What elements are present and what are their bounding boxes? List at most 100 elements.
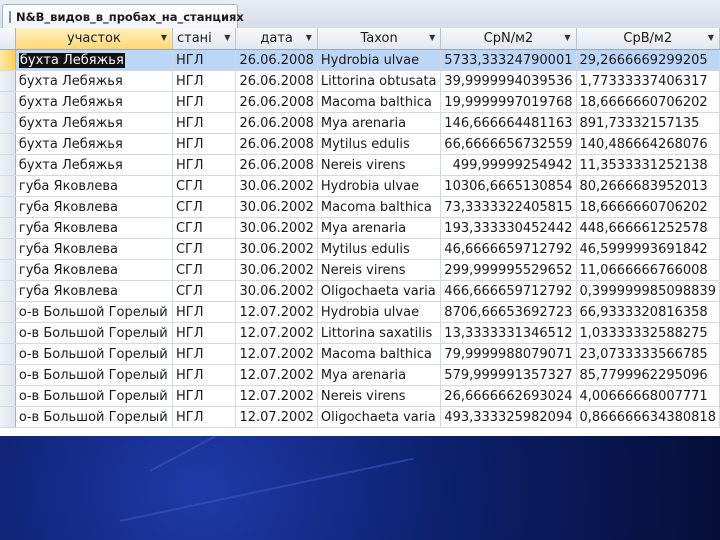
dropdown-arrow-icon[interactable]: ▼ [306, 33, 312, 42]
cell-cpb[interactable]: 29,2666669299205 [576, 49, 720, 71]
cell-taxon[interactable]: Mytilus edulis [317, 133, 442, 155]
dropdown-arrow-icon[interactable]: ▼ [429, 33, 435, 42]
column-header-taxon[interactable]: Taxon ▼ [317, 28, 442, 50]
record-selector[interactable] [0, 364, 16, 386]
cell-uchastok[interactable]: о-в Большой Горелый [15, 406, 173, 428]
cell-uchastok[interactable]: о-в Большой Горелый [15, 301, 173, 323]
cell-data[interactable]: 30.06.2002 [235, 196, 318, 218]
cell-stantsiya[interactable]: НГЛ [172, 301, 237, 323]
record-selector[interactable] [0, 70, 16, 92]
cell-data[interactable]: 12.07.2002 [235, 406, 318, 428]
cell-cpb[interactable]: 18,6666660706202 [576, 91, 720, 113]
cell-stantsiya[interactable]: СГЛ [172, 280, 237, 302]
cell-uchastok[interactable]: бухта Лебяжья [15, 91, 173, 113]
record-selector[interactable] [0, 385, 16, 407]
table-row[interactable]: губа Яковлева СГЛ 30.06.2002 Mytilus edulis… [0, 238, 720, 260]
cell-uchastok[interactable]: губа Яковлева [15, 259, 173, 281]
cell-cpb[interactable]: 18,6666660706202 [576, 196, 720, 218]
record-selector[interactable] [0, 280, 16, 302]
record-selector[interactable] [0, 154, 16, 176]
cell-stantsiya[interactable]: НГЛ [172, 70, 237, 92]
record-selector[interactable] [0, 217, 16, 239]
cell-uchastok[interactable]: губа Яковлева [15, 280, 173, 302]
cell-stantsiya[interactable]: СГЛ [172, 196, 237, 218]
table-row[interactable]: бухта Лебяжья НГЛ 26.06.2008 Hydrobia ulvae… [0, 49, 720, 71]
select-all-corner[interactable] [0, 28, 16, 50]
cell-data[interactable]: 30.06.2002 [235, 175, 318, 197]
table-row[interactable]: бухта Лебяжья НГЛ 26.06.2008 Mytilus edulis… [0, 133, 720, 155]
cell-stantsiya[interactable]: НГЛ [172, 385, 237, 407]
record-selector[interactable] [0, 112, 16, 134]
cell-uchastok[interactable]: бухта Лебяжья [15, 49, 173, 71]
table-row[interactable]: бухта Лебяжья НГЛ 26.06.2008 Macoma balthic… [0, 91, 720, 113]
cell-stantsiya[interactable]: СГЛ [172, 238, 237, 260]
cell-cpn[interactable]: 499,99999254942 [440, 154, 577, 176]
cell-cpn[interactable]: 5733,33324790001 [440, 49, 577, 71]
record-selector[interactable] [0, 91, 16, 113]
table-row[interactable]: губа Яковлева СГЛ 30.06.2002 Hydrobia ulvae… [0, 175, 720, 197]
cell-uchastok[interactable]: бухта Лебяжья [15, 133, 173, 155]
cell-taxon[interactable]: Oligochaeta varia [317, 280, 442, 302]
cell-data[interactable]: 12.07.2002 [235, 364, 318, 386]
column-header-data[interactable]: дата ▼ [235, 28, 318, 50]
cell-taxon[interactable]: Macoma balthica [317, 343, 442, 365]
dropdown-arrow-icon[interactable]: ▼ [161, 33, 167, 42]
cell-data[interactable]: 30.06.2002 [235, 259, 318, 281]
cell-taxon[interactable]: Nereis virens [317, 154, 442, 176]
cell-cpb[interactable]: 46,5999993691842 [576, 238, 720, 260]
table-row[interactable]: о-в Большой Горелый НГЛ 12.07.2002 Hydrobia… [0, 301, 720, 323]
column-header-cpn[interactable]: CpN/м2 ▼ [440, 28, 577, 50]
cell-data[interactable]: 30.06.2002 [235, 280, 318, 302]
cell-stantsiya[interactable]: СГЛ [172, 175, 237, 197]
cell-uchastok[interactable]: губа Яковлева [15, 175, 173, 197]
cell-taxon[interactable]: Littorina saxatilis [317, 322, 442, 344]
cell-cpb[interactable]: 4,00666668007771 [576, 385, 720, 407]
cell-cpn[interactable]: 73,3333322405815 [440, 196, 577, 218]
record-selector[interactable] [0, 343, 16, 365]
cell-data[interactable]: 26.06.2008 [235, 133, 318, 155]
column-header-cpb[interactable]: CpB/м2 ▼ [576, 28, 720, 50]
cell-cpb[interactable]: 1,77333337406317 [576, 70, 720, 92]
record-selector[interactable] [0, 301, 16, 323]
cell-taxon[interactable]: Mya arenaria [317, 217, 442, 239]
table-row[interactable]: губа Яковлева СГЛ 30.06.2002 Macoma balthic… [0, 196, 720, 218]
column-header-uchastok[interactable]: участок ▼ [15, 28, 173, 50]
cell-cpn[interactable]: 13,3333331346512 [440, 322, 577, 344]
record-selector[interactable] [0, 322, 16, 344]
cell-cpn[interactable]: 46,6666659712792 [440, 238, 577, 260]
cell-taxon[interactable]: Hydrobia ulvae [317, 301, 442, 323]
cell-stantsiya[interactable]: НГЛ [172, 133, 237, 155]
cell-stantsiya[interactable]: НГЛ [172, 343, 237, 365]
cell-stantsiya[interactable]: НГЛ [172, 364, 237, 386]
cell-cpb[interactable]: 0,399999985098839 [576, 280, 720, 302]
cell-taxon[interactable]: Nereis virens [317, 385, 442, 407]
cell-cpb[interactable]: 11,0666666766008 [576, 259, 720, 281]
cell-uchastok[interactable]: о-в Большой Горелый [15, 322, 173, 344]
cell-uchastok[interactable]: о-в Большой Горелый [15, 364, 173, 386]
cell-cpb[interactable]: 85,7799962295096 [576, 364, 720, 386]
cell-stantsiya[interactable]: НГЛ [172, 154, 237, 176]
cell-uchastok[interactable]: о-в Большой Горелый [15, 343, 173, 365]
cell-stantsiya[interactable]: СГЛ [172, 259, 237, 281]
cell-data[interactable]: 12.07.2002 [235, 343, 318, 365]
record-selector[interactable] [0, 406, 16, 428]
table-row[interactable]: о-в Большой Горелый НГЛ 12.07.2002 Littorin… [0, 322, 720, 344]
table-row[interactable]: о-в Большой Горелый НГЛ 12.07.2002 Oligocha… [0, 406, 720, 428]
table-row[interactable]: бухта Лебяжья НГЛ 26.06.2008 Littorina obtu… [0, 70, 720, 92]
cell-taxon[interactable]: Mytilus edulis [317, 238, 442, 260]
cell-cpb[interactable]: 448,666661252578 [576, 217, 720, 239]
cell-stantsiya[interactable]: СГЛ [172, 217, 237, 239]
cell-cpn[interactable]: 193,333330452442 [440, 217, 577, 239]
cell-data[interactable]: 12.07.2002 [235, 322, 318, 344]
record-selector[interactable] [0, 259, 16, 281]
cell-cpb[interactable]: 80,2666683952013 [576, 175, 720, 197]
cell-data[interactable]: 30.06.2002 [235, 238, 318, 260]
cell-data[interactable]: 26.06.2008 [235, 49, 318, 71]
record-selector[interactable] [0, 196, 16, 218]
cell-taxon[interactable]: Hydrobia ulvae [317, 175, 442, 197]
cell-taxon[interactable]: Hydrobia ulvae [317, 49, 442, 71]
cell-cpn[interactable]: 26,6666662693024 [440, 385, 577, 407]
cell-cpn[interactable]: 493,333325982094 [440, 406, 577, 428]
cell-data[interactable]: 26.06.2008 [235, 70, 318, 92]
query-tab[interactable]: N&B_видов_в_пробах_на_станциях [2, 4, 244, 28]
